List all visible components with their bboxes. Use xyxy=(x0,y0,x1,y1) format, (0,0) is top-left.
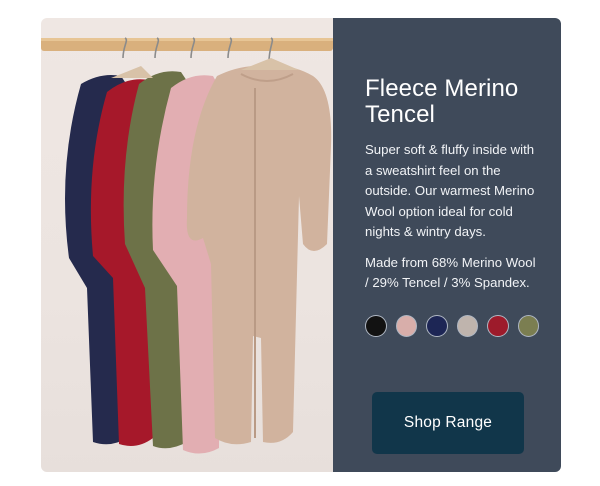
garments-on-rail-illustration xyxy=(41,37,333,454)
product-title: Fleece Merino Tencel xyxy=(365,75,519,128)
shop-range-button[interactable]: Shop Range xyxy=(372,392,524,454)
swatch-oatmeal[interactable] xyxy=(456,314,478,337)
swatch-olive[interactable] xyxy=(517,314,539,337)
color-swatches xyxy=(365,314,539,337)
product-composition: Made from 68% Merino Wool / 29% Tencel /… xyxy=(365,254,536,291)
swatch-pink[interactable] xyxy=(395,314,417,337)
product-photo xyxy=(41,18,333,472)
swatch-black[interactable] xyxy=(365,314,387,337)
swatch-navy[interactable] xyxy=(426,314,448,337)
swatch-burgundy[interactable] xyxy=(487,314,509,337)
product-description: Super soft & fluffy inside with a sweats… xyxy=(365,142,535,239)
product-card: Fleece Merino Tencel Super soft & fluffy… xyxy=(41,18,561,472)
product-info-panel: Fleece Merino Tencel Super soft & fluffy… xyxy=(333,18,561,472)
